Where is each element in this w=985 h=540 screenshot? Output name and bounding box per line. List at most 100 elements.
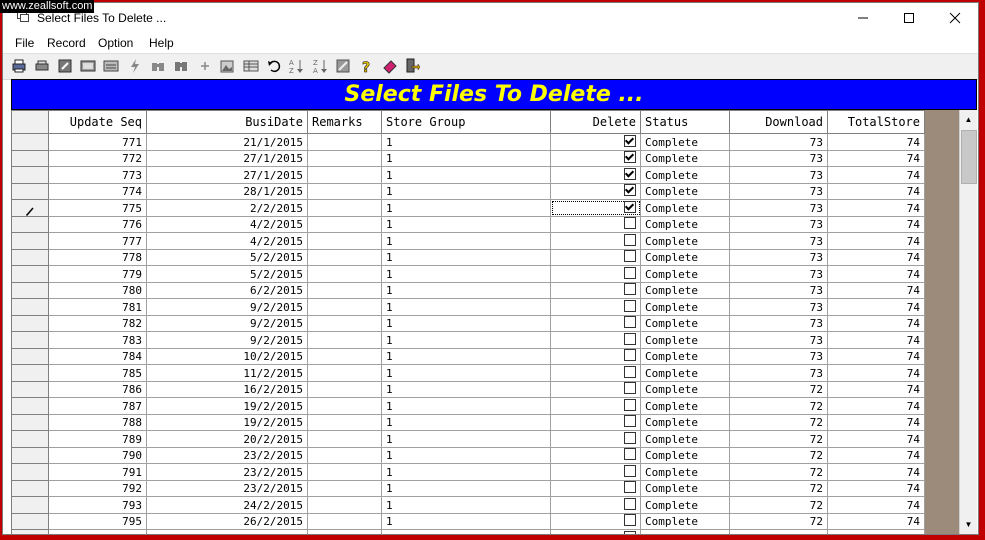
delete-checkbox[interactable] [624,266,636,279]
cell-update-seq[interactable]: 775 [48,199,147,217]
row-selector[interactable] [11,529,49,534]
row-selector[interactable] [11,364,49,382]
cell-delete[interactable] [550,314,641,332]
cell-store-group[interactable]: 1 [381,512,551,530]
row-selector[interactable] [11,166,49,184]
cell-store-group[interactable]: 1 [381,380,551,398]
cell-update-seq[interactable]: 774 [48,182,147,200]
cell-busidate[interactable]: 6/2/2015 [146,281,308,299]
cell-busidate[interactable]: 21/1/2015 [146,133,308,151]
column-header-busidate[interactable]: BusiDate [146,110,308,134]
cell-status[interactable]: Complete [640,529,730,534]
table-row[interactable]: 791 23/2/2015 1 Complete 72 74 [11,463,925,481]
cell-store-group[interactable]: 1 [381,496,551,514]
table-row[interactable]: 789 20/2/2015 1 Complete 72 74 [11,430,925,448]
menu-option[interactable]: Option [98,36,133,50]
column-header-totalstore[interactable]: TotalStore [827,110,925,134]
cell-delete[interactable] [550,133,641,151]
cell-download[interactable]: 73 [729,149,828,167]
cell-remarks[interactable] [307,347,382,365]
cell-delete[interactable] [550,215,641,233]
cell-totalstore[interactable]: 74 [827,215,925,233]
cell-download[interactable]: 73 [729,248,828,266]
cell-remarks[interactable] [307,380,382,398]
cell-status[interactable]: Complete [640,463,730,481]
menu-file[interactable]: File [15,36,34,50]
help-icon[interactable]: ? [359,58,375,74]
cell-update-seq[interactable]: 787 [48,397,147,415]
cell-remarks[interactable] [307,149,382,167]
cell-store-group[interactable]: 1 [381,281,551,299]
cell-download[interactable]: 73 [729,331,828,349]
cell-status[interactable]: Complete [640,265,730,283]
table-row[interactable]: 779 5/2/2015 1 Complete 73 74 [11,265,925,283]
cell-totalstore[interactable]: 74 [827,149,925,167]
cell-delete[interactable] [550,265,641,283]
cell-totalstore[interactable]: 74 [827,463,925,481]
column-header-download[interactable]: Download [729,110,828,134]
cell-totalstore[interactable]: 74 [827,413,925,431]
delete-checkbox[interactable] [624,332,636,345]
delete-checkbox[interactable] [624,514,636,526]
cell-update-seq[interactable]: 771 [48,133,147,151]
cell-update-seq[interactable]: 780 [48,281,147,299]
cell-delete[interactable] [550,413,641,431]
cell-store-group[interactable]: 1 [381,331,551,349]
cell-store-group[interactable]: 1 [381,314,551,332]
row-selector[interactable] [11,380,49,398]
cell-busidate[interactable]: 11/2/2015 [146,364,308,382]
cell-delete[interactable] [550,182,641,200]
table-row[interactable]: 777 4/2/2015 1 Complete 73 74 [11,232,925,250]
cell-busidate[interactable]: 2/2/2015 [146,199,308,217]
cell-busidate[interactable]: 23/2/2015 [146,463,308,481]
cell-busidate[interactable]: 5/2/2015 [146,248,308,266]
cell-remarks[interactable] [307,397,382,415]
cell-update-seq[interactable]: 772 [48,149,147,167]
print-preview-icon[interactable] [34,58,50,74]
cell-update-seq[interactable]: 779 [48,265,147,283]
cell-status[interactable]: Complete [640,182,730,200]
cell-remarks[interactable] [307,512,382,530]
cell-delete[interactable] [550,281,641,299]
delete-checkbox[interactable] [624,151,636,163]
cell-download[interactable]: 73 [729,232,828,250]
cell-busidate[interactable]: 23/2/2015 [146,446,308,464]
row-selector[interactable] [11,314,49,332]
cell-update-seq[interactable]: 795 [48,512,147,530]
maximize-button[interactable] [886,3,932,33]
cell-totalstore[interactable]: 74 [827,529,925,534]
table-row[interactable]: 780 6/2/2015 1 Complete 73 74 [11,281,925,299]
cell-busidate[interactable]: 19/2/2015 [146,397,308,415]
cell-download[interactable]: 73 [729,347,828,365]
cell-busidate[interactable]: 26/2/2015 [146,512,308,530]
table-row[interactable]: 790 23/2/2015 1 Complete 72 74 [11,446,925,464]
scroll-down-arrow-icon[interactable]: ▼ [960,516,977,533]
cell-download[interactable]: 73 [729,298,828,316]
cell-totalstore[interactable]: 74 [827,364,925,382]
cell-status[interactable]: Complete [640,314,730,332]
row-selector[interactable] [11,215,49,233]
cell-busidate[interactable]: 4/2/2015 [146,215,308,233]
delete-checkbox[interactable] [624,464,636,477]
table-icon[interactable] [80,58,96,74]
cell-update-seq[interactable]: 793 [48,496,147,514]
column-header-update-seq[interactable]: Update Seq [48,110,147,134]
cell-delete[interactable] [550,347,641,365]
column-header-delete[interactable]: Delete [550,110,641,134]
image-icon[interactable] [219,58,235,74]
form-icon[interactable] [103,58,119,74]
cell-busidate[interactable]: 4/2/2015 [146,232,308,250]
cell-download[interactable]: 72 [729,446,828,464]
cell-download[interactable]: 72 [729,397,828,415]
cell-totalstore[interactable]: 74 [827,232,925,250]
cell-store-group[interactable]: 1 [381,166,551,184]
row-selector[interactable] [11,232,49,250]
delete-checkbox[interactable] [624,233,636,246]
cell-store-group[interactable]: 1 [381,182,551,200]
cell-status[interactable]: Complete [640,397,730,415]
cell-totalstore[interactable]: 74 [827,479,925,497]
column-header-remarks[interactable]: Remarks [307,110,382,134]
cell-store-group[interactable]: 1 [381,199,551,217]
cell-remarks[interactable] [307,446,382,464]
cell-update-seq[interactable]: 781 [48,298,147,316]
